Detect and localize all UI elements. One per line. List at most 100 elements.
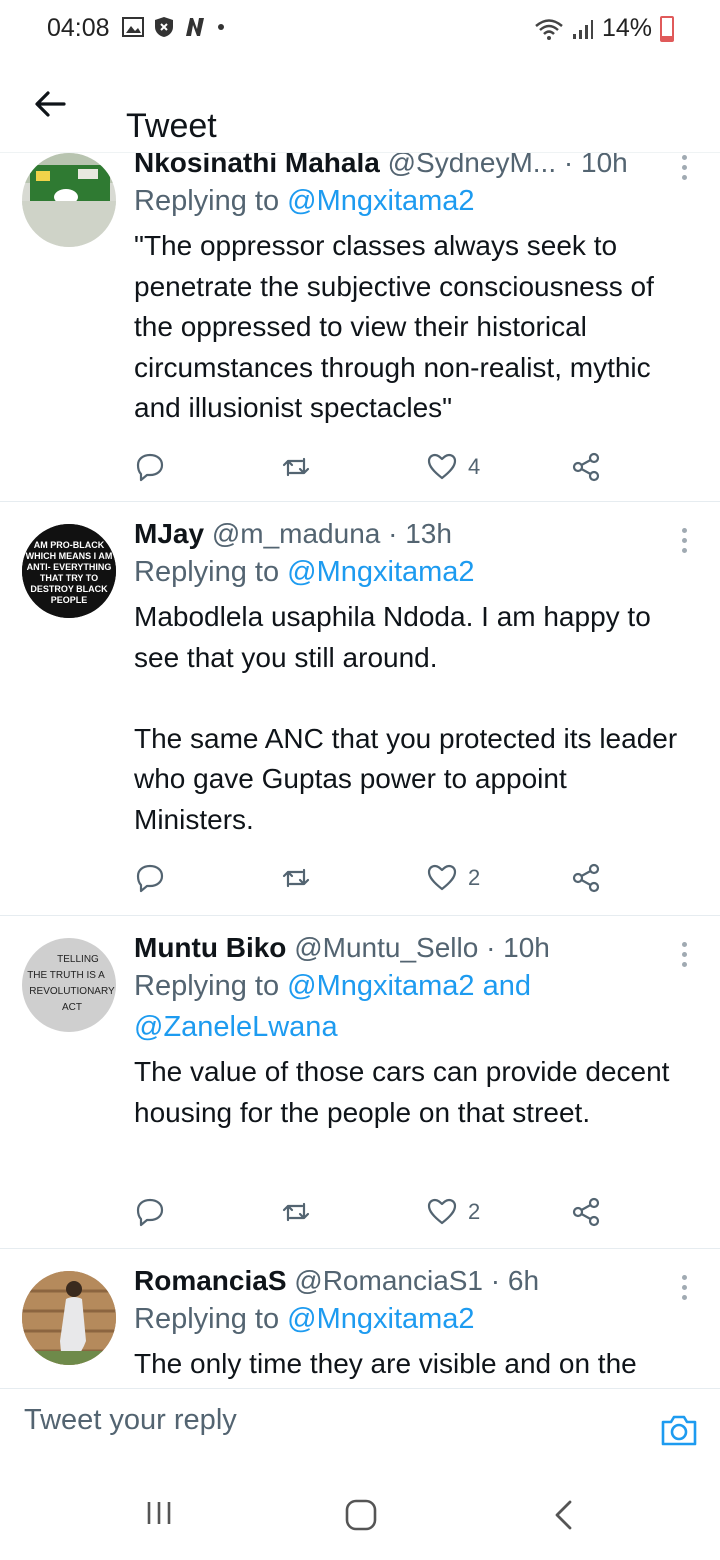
recents-icon: [147, 1502, 171, 1524]
wifi-icon: [535, 18, 563, 40]
mention-link[interactable]: @Mngxitama2: [287, 556, 474, 588]
replying-prefix: Replying to: [134, 1303, 288, 1335]
tweet-header: Muntu Biko @Muntu_Sello · 10h: [134, 930, 684, 966]
avatar-image: AM PRO-BLACK WHICH MEANS I AM ANTI- EVER…: [22, 524, 116, 618]
mention-link[interactable]: @Mngxitama2: [287, 185, 474, 217]
tweet-text: The only time they are visible and on th…: [134, 1348, 637, 1379]
tweet-item[interactable]: TELLING THE TRUTH IS A REVOLUTIONARY ACT…: [0, 916, 720, 1249]
tweet-header: RomanciaS @RomanciaS1 · 6h: [134, 1263, 684, 1299]
share-button[interactable]: [570, 862, 602, 894]
shield-icon: [155, 17, 173, 37]
avatar[interactable]: [22, 153, 116, 247]
author-name[interactable]: MJay: [134, 518, 204, 549]
author-name[interactable]: Nkosinathi Mahala: [134, 153, 380, 178]
avatar-image: TELLING THE TRUTH IS A REVOLUTIONARY ACT: [22, 938, 116, 1032]
status-icons-left: [122, 16, 226, 38]
status-icons-right: 14%: [534, 14, 674, 43]
tweet-item[interactable]: RomanciaS @RomanciaS1 · 6h Replying to @…: [0, 1249, 720, 1387]
page-title: Tweet: [126, 106, 217, 145]
tweet-actions: 4: [134, 447, 680, 487]
back-nav-button[interactable]: [550, 1498, 576, 1532]
svg-text:AM PRO-BLACK: AM PRO-BLACK: [34, 540, 105, 550]
reply-button[interactable]: [134, 1196, 166, 1228]
tweet-text: Mabodlela usaphila Ndoda. I am happy to …: [134, 601, 678, 835]
comment-icon: [136, 453, 164, 482]
like-count: 2: [468, 1199, 481, 1224]
arrow-left-icon: [35, 91, 66, 117]
retweet-icon: [282, 1202, 310, 1222]
replying-prefix: Replying to: [134, 556, 288, 588]
author-name[interactable]: RomanciaS: [134, 1265, 287, 1296]
avatar[interactable]: TELLING THE TRUTH IS A REVOLUTIONARY ACT: [22, 938, 116, 1032]
svg-text:DESTROY BLACK: DESTROY BLACK: [30, 584, 108, 594]
system-nav-bar: [0, 1468, 720, 1560]
replying-to: Replying to @Mngxitama2: [134, 552, 684, 593]
avatar[interactable]: [22, 1271, 116, 1365]
mention-link[interactable]: @Mngxitama2 and: [287, 970, 531, 1002]
author-handle[interactable]: @RomanciaS1: [294, 1265, 483, 1296]
heart-icon: [427, 453, 457, 480]
tweet-feed[interactable]: Nkosinathi Mahala @SydneyM... · 10h Repl…: [0, 153, 720, 1387]
like-count: 2: [468, 865, 481, 890]
avatar-image: [22, 1271, 116, 1365]
battery-icon: [660, 15, 674, 42]
author-handle[interactable]: @Muntu_Sello: [294, 932, 478, 963]
reply-input[interactable]: [22, 1403, 626, 1438]
like-button[interactable]: 2: [426, 1196, 480, 1228]
n-app-icon: [186, 18, 204, 36]
replying-to: Replying to @Mngxitama2 and @ZaneleLwana: [134, 966, 684, 1048]
share-icon: [572, 1197, 600, 1227]
tweet-actions: 2: [134, 858, 680, 898]
tweet-time: · 10h: [486, 932, 550, 963]
svg-text:ANTI- EVERYTHING: ANTI- EVERYTHING: [27, 562, 112, 572]
tweet-header: MJay @m_maduna · 13h: [134, 516, 684, 552]
tweet-header: Nkosinathi Mahala @SydneyM... · 10h: [134, 153, 684, 181]
share-icon: [572, 452, 600, 482]
svg-text:REVOLUTIONARY: REVOLUTIONARY: [29, 986, 115, 997]
like-button[interactable]: 4: [426, 451, 480, 483]
retweet-button[interactable]: [280, 451, 312, 483]
retweet-button[interactable]: [280, 1196, 312, 1228]
avatar[interactable]: AM PRO-BLACK WHICH MEANS I AM ANTI- EVER…: [22, 524, 116, 618]
recents-button[interactable]: [144, 1498, 174, 1532]
reply-button[interactable]: [134, 862, 166, 894]
camera-button[interactable]: [660, 1413, 698, 1447]
svg-text:WHICH MEANS I AM: WHICH MEANS I AM: [26, 551, 113, 561]
like-count: 4: [468, 454, 481, 479]
heart-icon: [427, 864, 457, 891]
home-button[interactable]: [344, 1498, 378, 1532]
author-handle[interactable]: @SydneyM...: [388, 153, 556, 178]
back-button[interactable]: [30, 84, 70, 124]
mention-link-2[interactable]: @ZaneleLwana: [134, 1011, 338, 1043]
like-button[interactable]: 2: [426, 862, 480, 894]
svg-text:THAT TRY TO: THAT TRY TO: [40, 573, 98, 583]
replying-prefix: Replying to: [134, 970, 288, 1002]
svg-text:PEOPLE: PEOPLE: [51, 595, 88, 605]
tweet-item[interactable]: Nkosinathi Mahala @SydneyM... · 10h Repl…: [0, 153, 720, 502]
share-button[interactable]: [570, 1196, 602, 1228]
tweet-content: Nkosinathi Mahala @SydneyM... · 10h Repl…: [134, 153, 684, 429]
tweet-actions: 2: [134, 1192, 680, 1232]
author-handle[interactable]: @m_maduna: [212, 518, 381, 549]
svg-text:ACT: ACT: [62, 1002, 82, 1013]
status-time: 04:08: [47, 14, 110, 42]
author-name[interactable]: Muntu Biko: [134, 932, 286, 963]
share-button[interactable]: [570, 451, 602, 483]
battery-percent: 14%: [601, 14, 652, 42]
status-bar: 04:08 14%: [0, 0, 720, 60]
tweet-content: RomanciaS @RomanciaS1 · 6h Replying to @…: [134, 1263, 684, 1385]
reply-button[interactable]: [134, 451, 166, 483]
signal-icon: [572, 19, 593, 39]
home-icon: [345, 1499, 377, 1531]
replying-to: Replying to @Mngxitama2: [134, 181, 684, 222]
retweet-icon: [282, 868, 310, 888]
top-header: Tweet: [0, 60, 720, 153]
retweet-button[interactable]: [280, 862, 312, 894]
tweet-content: MJay @m_maduna · 13h Replying to @Mngxit…: [134, 516, 684, 841]
tweet-time: · 6h: [490, 1265, 540, 1296]
tweet-item[interactable]: AM PRO-BLACK WHICH MEANS I AM ANTI- EVER…: [0, 502, 720, 916]
tweet-time: · 10h: [563, 153, 628, 178]
mention-link[interactable]: @Mngxitama2: [287, 1303, 474, 1335]
tweet-content: Muntu Biko @Muntu_Sello · 10h Replying t…: [134, 930, 684, 1133]
tweet-time: · 13h: [388, 518, 452, 549]
